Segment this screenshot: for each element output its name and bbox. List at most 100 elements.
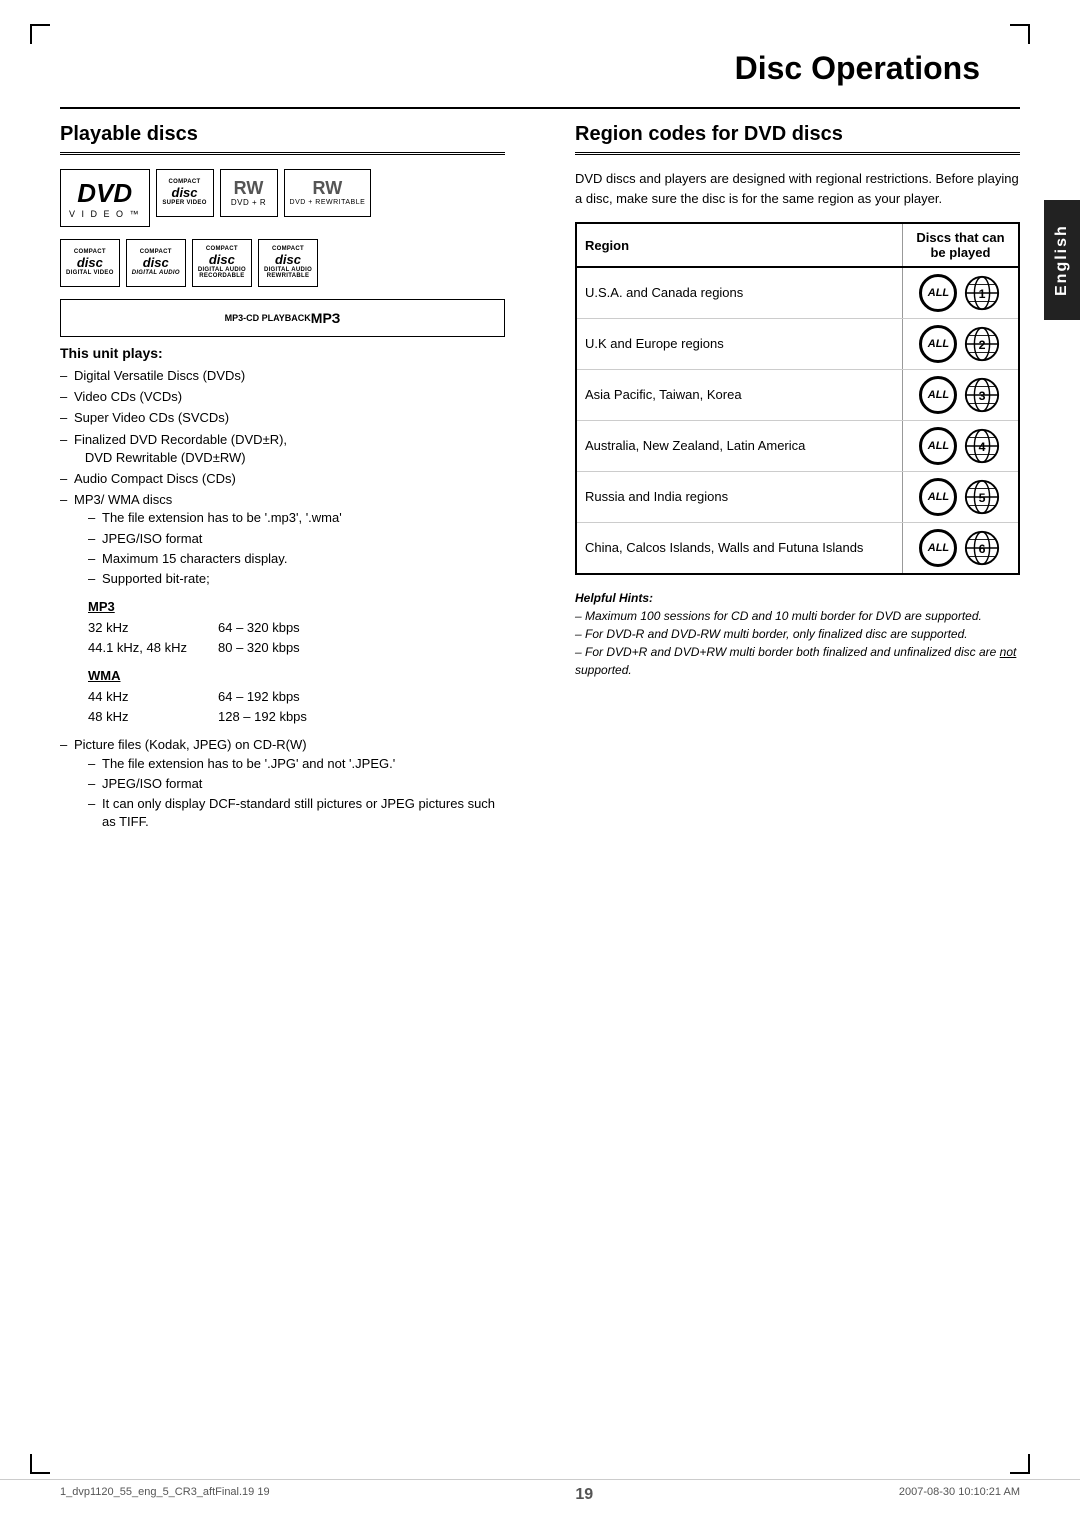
hint-1: – Maximum 100 sessions for CD and 10 mul…: [575, 607, 1020, 625]
region-discs: ALL 2: [902, 319, 1019, 370]
page-number: 19: [575, 1486, 593, 1504]
hint-3: – For DVD+R and DVD+RW multi border both…: [575, 643, 1020, 679]
region-codes-title: Region codes for DVD discs: [575, 123, 1020, 155]
globe-number: 4: [963, 427, 1001, 465]
mp3-cd-icon: MP3-CD PLAYBACK МРЗ: [60, 299, 505, 337]
disc-icons-cell: ALL 2: [911, 325, 1010, 363]
svg-text:1: 1: [979, 287, 986, 301]
all-badge: ALL: [919, 274, 957, 312]
corner-mark-tl: [30, 24, 50, 44]
wma-label: WMA: [88, 667, 505, 685]
playable-discs-title: Playable discs: [60, 123, 505, 155]
all-badge: ALL: [919, 325, 957, 363]
sub-list-item: The file extension has to be '.JPG' and …: [74, 755, 505, 773]
table-row: Russia and India regionsALL 5: [576, 472, 1019, 523]
disc-icons-cell: ALL 6: [911, 529, 1010, 567]
bitrate-row-2: 44.1 kHz, 48 kHz 80 – 320 kbps: [88, 638, 505, 658]
unit-plays-list: Digital Versatile Discs (DVDs) Video CDs…: [60, 367, 505, 831]
sub-list-item: JPEG/ISO format: [74, 775, 505, 793]
right-column: Region codes for DVD discs DVD discs and…: [565, 109, 1020, 834]
kbps-4: 128 – 192 kbps: [218, 707, 505, 727]
disc-icons-row2: COMPACT disc DIGITAL VIDEO COMPACT disc …: [60, 239, 505, 287]
region-name: Asia Pacific, Taiwan, Korea: [576, 370, 902, 421]
mp3-label: MP3: [88, 598, 505, 616]
all-badge: ALL: [919, 427, 957, 465]
svg-text:4: 4: [979, 440, 986, 454]
all-badge: ALL: [919, 529, 957, 567]
col-header-discs: Discs that canbe played: [902, 223, 1019, 267]
two-col-layout: Playable discs DVD V I D E O ™ COMPACT d…: [60, 109, 1020, 834]
region-discs: ALL 6: [902, 523, 1019, 575]
table-row: China, Calcos Islands, Walls and Futuna …: [576, 523, 1019, 575]
page-footer: 1_dvp1120_55_eng_5_CR3_aftFinal.19 19 19…: [0, 1479, 1080, 1504]
corner-mark-tr: [1010, 24, 1030, 44]
globe-number: 6: [963, 529, 1001, 567]
english-sidebar: English: [1044, 200, 1080, 320]
svg-text:5: 5: [979, 491, 986, 505]
region-name: China, Calcos Islands, Walls and Futuna …: [576, 523, 902, 575]
list-item: Super Video CDs (SVCDs): [60, 409, 505, 427]
list-item-audio-cd: Audio Compact Discs (CDs): [60, 470, 505, 488]
region-name: U.S.A. and Canada regions: [576, 267, 902, 319]
bitrate-row-3: 44 kHz 64 – 192 kbps: [88, 687, 505, 707]
kbps-2: 80 – 320 kbps: [218, 638, 505, 658]
sub-list-item: JPEG/ISO format: [74, 530, 505, 548]
region-table: Region Discs that canbe played U.S.A. an…: [575, 222, 1020, 575]
all-badge: ALL: [919, 478, 957, 516]
not-text: not: [1000, 645, 1017, 659]
region-discs: ALL 1: [902, 267, 1019, 319]
freq-4: 48 kHz: [88, 707, 218, 727]
sub-list-item: Maximum 15 characters display.: [74, 550, 505, 568]
bitrate-section-mp3: MP3 32 kHz 64 – 320 kbps 44.1 kHz, 48 kH…: [88, 598, 505, 657]
kbps-3: 64 – 192 kbps: [218, 687, 505, 707]
region-intro: DVD discs and players are designed with …: [575, 169, 1020, 208]
bitrate-row-1: 32 kHz 64 – 320 kbps: [88, 618, 505, 638]
left-column: Playable discs DVD V I D E O ™ COMPACT d…: [60, 109, 525, 834]
dvd-plus-r-icon: RW DVD + R: [220, 169, 278, 217]
region-name: Australia, New Zealand, Latin America: [576, 421, 902, 472]
unit-plays-title: This unit plays:: [60, 345, 505, 361]
svg-text:6: 6: [979, 542, 986, 556]
mp3-sub-list: The file extension has to be '.mp3', '.w…: [74, 509, 505, 588]
region-name: U.K and Europe regions: [576, 319, 902, 370]
region-discs: ALL 4: [902, 421, 1019, 472]
kbps-1: 64 – 320 kbps: [218, 618, 505, 638]
footer-left: 1_dvp1120_55_eng_5_CR3_aftFinal.19 19: [60, 1486, 270, 1504]
picture-sub-list: The file extension has to be '.JPG' and …: [74, 755, 505, 832]
disc-icons-cell: ALL 1: [911, 274, 1010, 312]
list-item: Digital Versatile Discs (DVDs): [60, 367, 505, 385]
list-item-mp3-wma: MP3/ WMA discs The file extension has to…: [60, 491, 505, 726]
sub-list-item: The file extension has to be '.mp3', '.w…: [74, 509, 505, 527]
svg-text:2: 2: [979, 338, 986, 352]
list-item: Video CDs (VCDs): [60, 388, 505, 406]
disc-icons-cell: ALL 4: [911, 427, 1010, 465]
svg-text:3: 3: [979, 389, 986, 403]
corner-mark-bl: [30, 1454, 50, 1474]
table-header-row: Region Discs that canbe played: [576, 223, 1019, 267]
table-row: U.K and Europe regionsALL 2: [576, 319, 1019, 370]
compact-super-video-icon: COMPACT disc SUPER VIDEO: [156, 169, 214, 217]
list-item: Finalized DVD Recordable (DVD±R), DVD Re…: [60, 431, 505, 467]
page-container: English Disc Operations Playable discs D…: [0, 0, 1080, 1524]
table-row: Australia, New Zealand, Latin AmericaALL…: [576, 421, 1019, 472]
col-header-region: Region: [576, 223, 902, 267]
region-discs: ALL 5: [902, 472, 1019, 523]
dvd-plus-rw-icon: RW DVD + ReWritable: [284, 169, 372, 217]
all-badge: ALL: [919, 376, 957, 414]
globe-number: 3: [963, 376, 1001, 414]
freq-1: 32 kHz: [88, 618, 218, 638]
english-label: English: [1053, 224, 1071, 296]
bitrate-section-wma: WMA 44 kHz 64 – 192 kbps 48 kHz 128 – 19…: [88, 667, 505, 726]
disc-icons-cell: ALL 5: [911, 478, 1010, 516]
disc-icons-cell: ALL 3: [911, 376, 1010, 414]
globe-number: 1: [963, 274, 1001, 312]
compact-digital-audio-icon: COMPACT disc DIGItAL Audio: [126, 239, 186, 287]
table-row: Asia Pacific, Taiwan, KoreaALL 3: [576, 370, 1019, 421]
globe-number: 5: [963, 478, 1001, 516]
hints-title: Helpful Hints:: [575, 591, 653, 605]
globe-number: 2: [963, 325, 1001, 363]
sub-list-item: It can only display DCF-standard still p…: [74, 795, 505, 831]
corner-mark-br: [1010, 1454, 1030, 1474]
list-item-picture: Picture files (Kodak, JPEG) on CD-R(W) T…: [60, 736, 505, 831]
table-row: U.S.A. and Canada regionsALL 1: [576, 267, 1019, 319]
